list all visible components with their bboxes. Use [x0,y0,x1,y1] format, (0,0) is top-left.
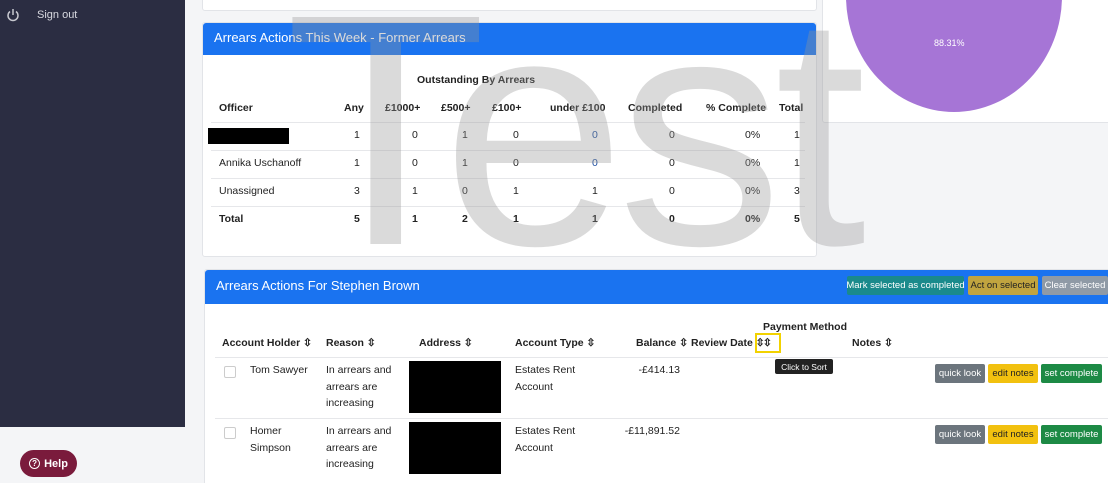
former-cell: 1 [462,157,468,169]
former-cell: 1 [412,213,418,225]
former-cell: 3 [354,185,360,197]
header-account-type[interactable]: Account Type ⇳ [515,337,595,349]
former-cell: Total [219,213,244,225]
former-cell: 0 [669,185,675,197]
sidebar: Sign out [0,0,185,427]
header-review-date[interactable]: Review Date ⇳ [691,337,765,349]
former-cell: 0 [669,213,675,225]
reason: In arrears and arrears are increasing [326,425,392,470]
former-cell: 0 [513,157,519,169]
former-cell: 0 [513,129,519,141]
former-cell[interactable]: 0 [592,129,598,141]
header-account-holder[interactable]: Account Holder ⇳ [222,337,312,349]
balance: -£414.13 [638,364,680,376]
redacted-officer [208,128,289,144]
former-cell: 0 [412,157,418,169]
account-holder[interactable]: Tom Sawyer [250,362,310,379]
sort-highlight [755,333,781,353]
former-cell: 0 [669,129,675,141]
former-header-8: Total [779,102,804,114]
clear-selected-button[interactable]: Clear selected [1042,276,1108,295]
former-header-6: Completed [628,102,683,114]
power-icon [7,9,19,22]
help-label: Help [44,457,68,470]
former-header-0: Officer [219,102,253,114]
edit-notes-button[interactable]: edit notes [988,425,1038,444]
former-cell: 0 [412,129,418,141]
former-cell: 1 [592,185,598,197]
former-cell: 3 [794,185,800,197]
quick-look-button[interactable]: quick look [935,425,985,444]
former-header-7: % Complete [706,102,767,114]
former-cell: 1 [462,129,468,141]
row-checkbox[interactable] [224,427,236,439]
former-cell: 1 [513,213,519,225]
former-cell: 1 [354,129,360,141]
former-cell: 0% [745,213,761,225]
former-cell: 0 [462,185,468,197]
former-cell: Annika Uschanoff [219,157,302,169]
former-cell: 5 [354,213,360,225]
former-cell: 0 [669,157,675,169]
former-cell: 2 [462,213,468,225]
former-cell: 1 [794,129,800,141]
former-cell: 0% [745,157,761,169]
edit-notes-button[interactable]: edit notes [988,364,1038,383]
former-header-2: £1000+ [385,102,421,114]
former-row [211,206,805,234]
former-cell: Unassigned [219,185,275,197]
header-balance[interactable]: Balance ⇳ [636,337,688,349]
pie-label: 88.31% [934,38,965,48]
row-checkbox[interactable] [224,366,236,378]
former-cell: 1 [592,213,598,225]
redacted-address [409,361,501,413]
sign-out-label: Sign out [37,9,78,21]
reason: In arrears and arrears are increasing [326,364,392,409]
former-cell: 1 [794,157,800,169]
act-on-selected-button[interactable]: Act on selected [968,276,1038,295]
set-complete-button[interactable]: set complete [1041,425,1102,444]
former-cell: 0% [745,129,761,141]
former-header-1: Any [344,102,364,114]
former-header-5: under £100 [550,102,606,114]
account-holder[interactable]: Homer Simpson [250,423,310,456]
header-address[interactable]: Address ⇳ [419,337,473,349]
former-cell: 1 [412,185,418,197]
former-cell: 1 [513,185,519,197]
former-row [211,122,805,150]
account-type: Estates Rent Account [515,425,576,454]
former-cell: 0% [745,185,761,197]
redacted-address [409,422,501,474]
header-notes[interactable]: Notes ⇳ [852,337,893,349]
header-reason[interactable]: Reason ⇳ [326,337,376,349]
former-cell: 1 [354,157,360,169]
former-arrears-title: Arrears Actions This Week - Former Arrea… [203,23,816,55]
former-header-3: £500+ [441,102,471,114]
help-button[interactable]: ? Help [20,450,77,477]
former-row [211,178,805,206]
balance: -£11,891.52 [624,425,680,437]
header-payment-method: Payment Method [763,321,848,333]
former-cell: 5 [794,213,800,225]
group-header: Outstanding By Arrears [417,74,536,86]
former-header-4: £100+ [492,102,522,114]
account-type: Estates Rent Account [515,364,576,393]
set-complete-button[interactable]: set complete [1041,364,1102,383]
former-cell[interactable]: 0 [592,157,598,169]
question-icon: ? [29,458,41,469]
quick-look-button[interactable]: quick look [935,364,985,383]
sign-out-link[interactable]: Sign out [6,8,77,22]
previous-card [202,0,817,11]
mark-completed-button[interactable]: Mark selected as completed [846,276,965,295]
